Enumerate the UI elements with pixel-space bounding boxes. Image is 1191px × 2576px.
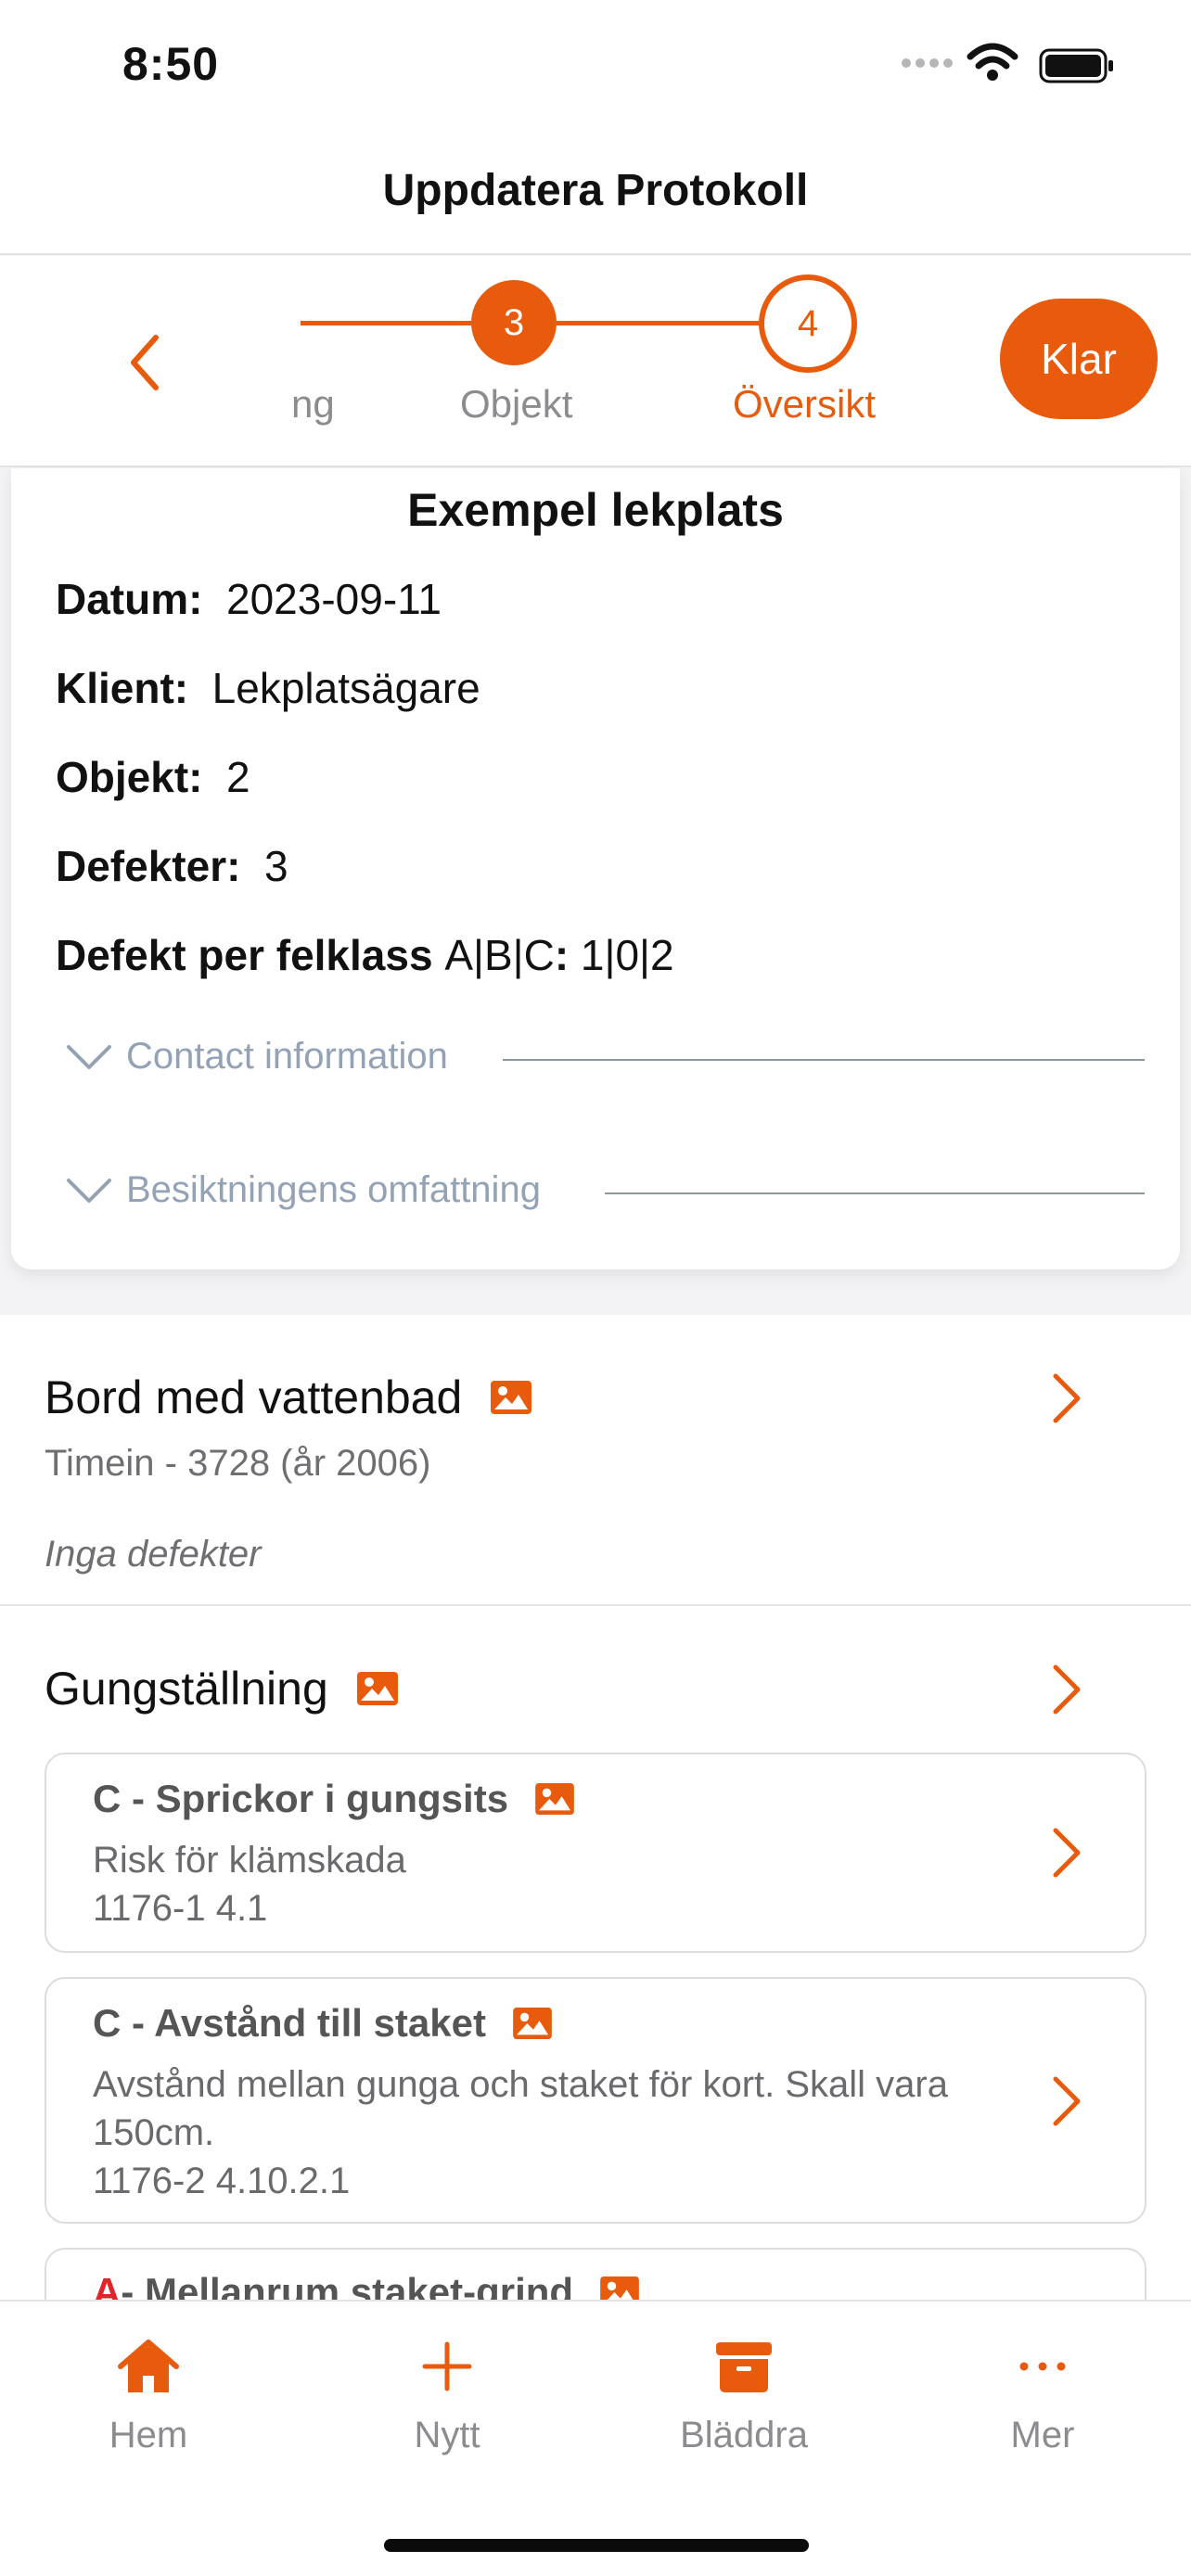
defect-title-text: C - Avstånd till staket	[93, 2001, 486, 2045]
back-chevron-icon[interactable]	[121, 330, 167, 395]
summary-row-defect-class: Defekt per felklass A|B|C: 1|0|2	[56, 930, 674, 980]
defect-class-keys: A|B|C	[444, 931, 555, 979]
image-icon	[491, 1381, 532, 1414]
defect-description: Avstånd mellan gunga och staket för kort…	[93, 2064, 948, 2153]
summary-value: 1|0|2	[580, 931, 674, 979]
scope-toggle[interactable]: Besiktningens omfattning	[65, 1169, 541, 1211]
defect-card[interactable]: C - Avstånd till staket Avstånd mellan g…	[45, 1977, 1146, 2224]
defect-standard: 1176-2 4.10.2.1	[93, 2161, 351, 2201]
defect-title: C - Avstånd till staket	[93, 2001, 553, 2046]
tab-more[interactable]: Mer	[950, 2339, 1135, 2456]
chevron-right-icon[interactable]	[1050, 1664, 1083, 1715]
defect-description: Risk för klämskada	[93, 1840, 406, 1881]
step-number: 3	[503, 301, 525, 343]
image-icon	[356, 1672, 398, 1705]
archive-icon	[716, 2342, 772, 2392]
tab-browse[interactable]: Bläddra	[651, 2339, 837, 2456]
summary-label: Datum:	[56, 575, 203, 623]
summary-row-objects: Objekt: 2	[56, 752, 250, 802]
tab-new[interactable]: Nytt	[354, 2339, 540, 2456]
section-label: Besiktningens omfattning	[126, 1169, 541, 1210]
tab-label: Nytt	[414, 2415, 480, 2455]
summary-value: 3	[263, 842, 288, 890]
step-label-oversikt[interactable]: Översikt	[733, 382, 876, 427]
chevron-right-icon[interactable]	[1050, 1827, 1083, 1879]
summary-value: Lekplatsägare	[211, 664, 480, 712]
wifi-icon	[967, 43, 1018, 81]
step-3-circle[interactable]: 3	[471, 280, 557, 365]
object-title-text: Gungställning	[45, 1663, 328, 1715]
summary-label: Klient:	[56, 664, 189, 712]
contact-information-toggle[interactable]: Contact information	[65, 1036, 448, 1078]
defect-title: C - Sprickor i gungsits	[93, 1777, 575, 1821]
tab-home[interactable]: Hem	[56, 2339, 241, 2456]
step-label-partial: ng	[291, 382, 335, 426]
image-icon	[535, 1782, 574, 1816]
cellular-signal-icon	[902, 58, 953, 68]
navigation-bar: Uppdatera Protokoll	[0, 130, 1191, 255]
section-divider	[605, 1192, 1145, 1194]
tab-bar: Hem Nytt Bläddra Mer	[0, 2300, 1191, 2576]
summary-row-defects: Defekter: 3	[56, 841, 288, 891]
chevron-down-icon	[67, 1044, 111, 1069]
object-title[interactable]: Bord med vattenbad	[45, 1371, 532, 1424]
chevron-right-icon[interactable]	[1050, 2075, 1083, 2127]
image-icon	[513, 2007, 552, 2040]
summary-value: 2023-09-11	[226, 575, 442, 623]
section-label: Contact information	[126, 1036, 448, 1077]
list-divider	[0, 1604, 1191, 1606]
summary-value: 2	[226, 753, 250, 801]
more-icon	[1019, 2362, 1066, 2371]
done-button[interactable]: Klar	[1000, 299, 1158, 419]
object-list: Bord med vattenbad Timein - 3728 (år 200…	[0, 1315, 1191, 2359]
tab-label: Bläddra	[680, 2415, 808, 2455]
section-divider	[503, 1059, 1145, 1061]
step-label-objekt[interactable]: Objekt	[460, 382, 572, 427]
plus-icon	[422, 2341, 472, 2391]
summary-label: Objekt:	[56, 753, 203, 801]
object-title-text: Bord med vattenbad	[45, 1371, 463, 1423]
defect-title-text: C - Sprickor i gungsits	[93, 1777, 509, 1820]
object-note: Inga defekter	[45, 1534, 262, 1575]
defect-card[interactable]: C - Sprickor i gungsits Risk för klämska…	[45, 1753, 1146, 1953]
status-bar: 8:50	[0, 0, 1191, 130]
defect-standard: 1176-1 4.1	[93, 1888, 268, 1929]
step-number: 4	[797, 302, 819, 344]
progress-stepper: ng 3 Objekt 4 Översikt Klar	[0, 256, 1191, 467]
summary-label: Defekter:	[56, 842, 241, 890]
battery-icon	[1039, 48, 1113, 83]
tab-label: Hem	[109, 2415, 188, 2455]
tab-label: Mer	[1010, 2415, 1075, 2455]
object-title[interactable]: Gungställning	[45, 1662, 399, 1715]
playground-title: Exempel lekplats	[407, 484, 784, 536]
home-icon	[118, 2340, 179, 2392]
object-subtitle: Timein - 3728 (år 2006)	[45, 1443, 431, 1484]
summary-label: Defekt per felklass	[56, 931, 433, 979]
protocol-summary-card: Exempel lekplats Datum: 2023-09-11 Klien…	[11, 468, 1180, 1269]
chevron-right-icon[interactable]	[1050, 1372, 1083, 1424]
home-indicator	[384, 2539, 809, 2552]
summary-row-date: Datum: 2023-09-11	[56, 574, 442, 624]
summary-row-client: Klient: Lekplatsägare	[56, 663, 480, 713]
stepper-connector	[557, 321, 766, 325]
status-time: 8:50	[122, 38, 220, 90]
chevron-down-icon	[67, 1178, 111, 1203]
step-4-circle[interactable]: 4	[759, 274, 857, 373]
page-title: Uppdatera Protokoll	[382, 166, 809, 215]
summary-colon: :	[554, 931, 570, 979]
